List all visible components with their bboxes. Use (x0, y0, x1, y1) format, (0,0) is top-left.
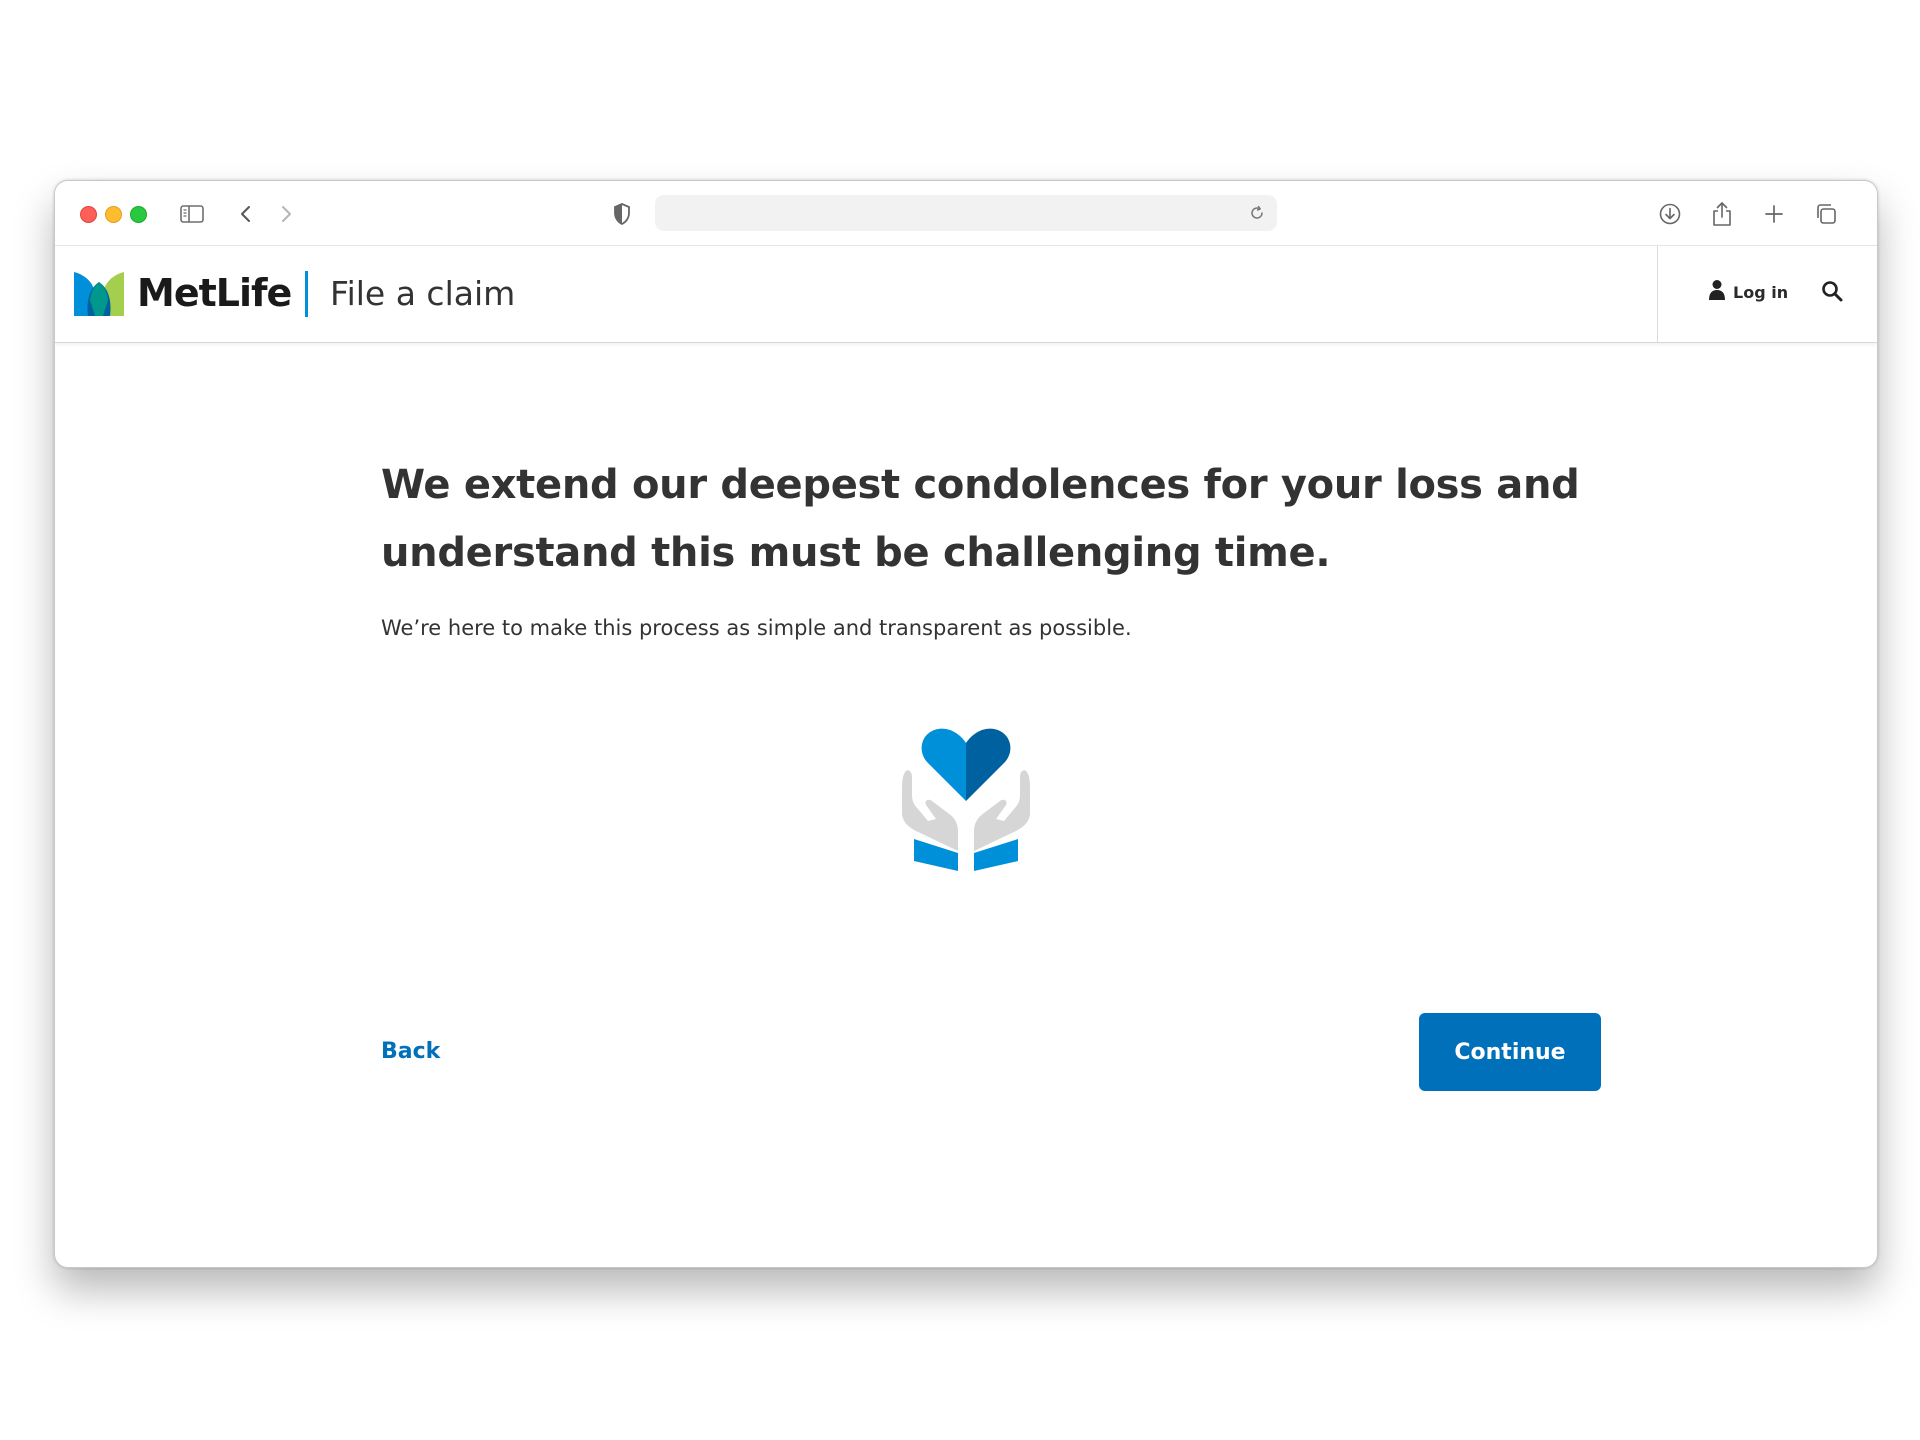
reload-icon[interactable] (1243, 199, 1271, 227)
shield-icon[interactable] (607, 199, 637, 229)
back-link[interactable]: Back (381, 1037, 440, 1067)
login-label: Log in (1733, 283, 1789, 302)
close-window-button[interactable] (80, 206, 97, 223)
brand-name[interactable]: MetLife (137, 268, 292, 318)
metlife-logo-icon[interactable] (74, 270, 124, 316)
page-subtext: We’re here to make this process as simpl… (381, 616, 1132, 640)
chevron-left-icon[interactable] (231, 199, 261, 229)
share-icon[interactable] (1707, 199, 1737, 229)
plus-icon[interactable] (1759, 199, 1789, 229)
header-divider (1657, 246, 1658, 342)
zoom-window-button[interactable] (130, 206, 147, 223)
site-header: MetLife File a claim Log in (55, 245, 1877, 343)
search-icon (1821, 280, 1843, 307)
browser-toolbar (55, 181, 1877, 245)
sidebar-icon[interactable] (177, 199, 207, 229)
heart-in-hands-icon (898, 721, 1034, 871)
login-button[interactable]: Log in (1709, 279, 1788, 306)
page-heading: We extend our deepest condolences for yo… (381, 462, 1580, 576)
tabs-overview-icon[interactable] (1811, 199, 1841, 229)
page-section-title: File a claim (330, 274, 516, 313)
chevron-right-icon[interactable] (271, 199, 301, 229)
user-icon (1709, 279, 1725, 306)
address-bar[interactable] (655, 195, 1277, 231)
brand-divider (305, 271, 308, 317)
minimize-window-button[interactable] (105, 206, 122, 223)
continue-button[interactable]: Continue (1419, 1013, 1601, 1091)
browser-window: MetLife File a claim Log in We extend ou… (54, 180, 1878, 1268)
search-button[interactable] (1817, 278, 1847, 308)
download-icon[interactable] (1655, 199, 1685, 229)
